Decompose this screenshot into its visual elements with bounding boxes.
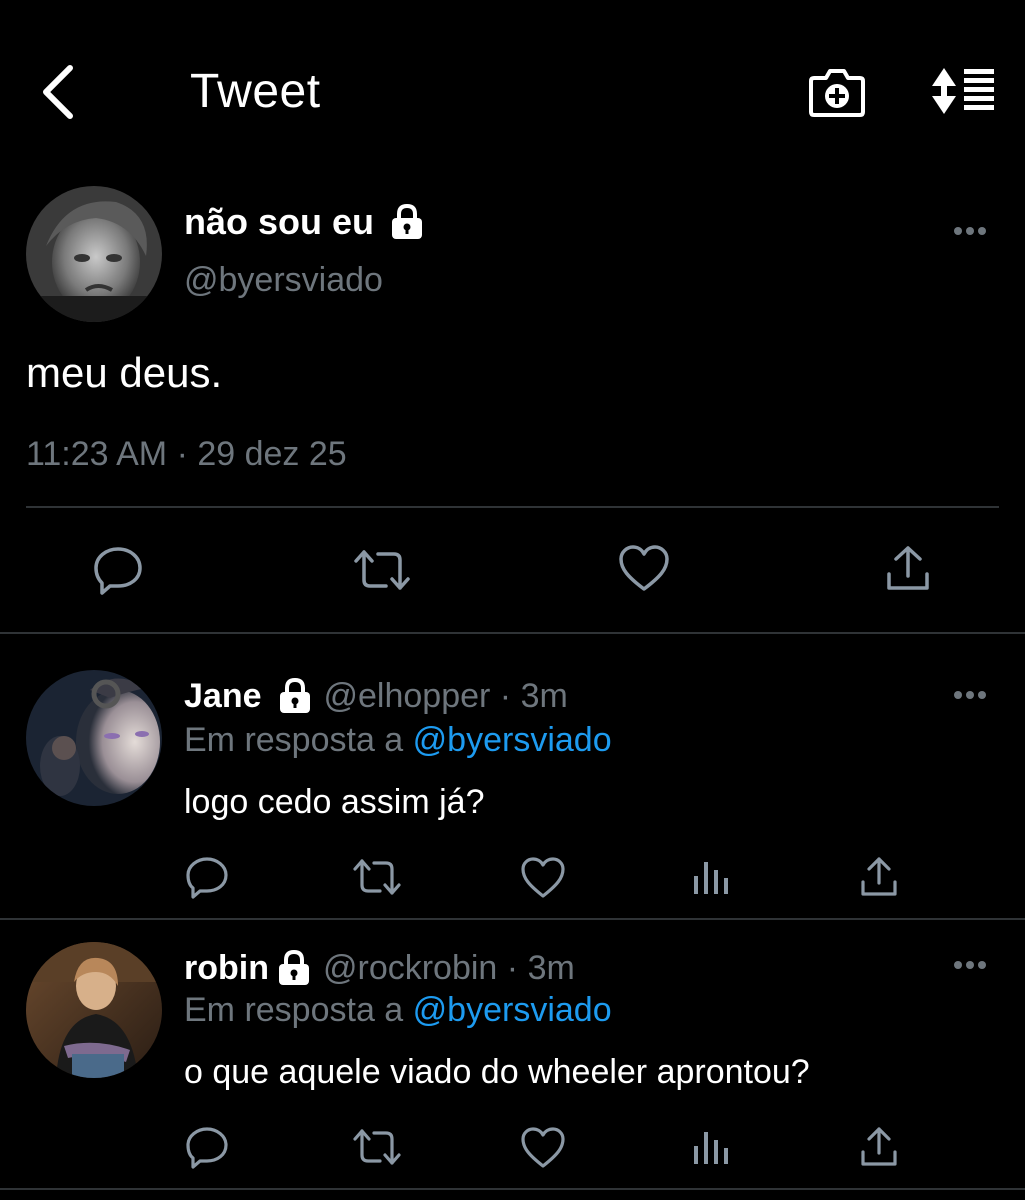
retweet-button[interactable] bbox=[352, 856, 402, 898]
reply-author-name[interactable]: Jane bbox=[184, 676, 262, 716]
author-handle[interactable]: @byersviado bbox=[184, 260, 383, 300]
reply-author-handle[interactable]: @elhopper bbox=[324, 676, 491, 716]
reply-author-handle[interactable]: @rockrobin bbox=[323, 948, 497, 988]
share-icon bbox=[861, 857, 897, 896]
sort-list-icon bbox=[932, 68, 994, 114]
page-title: Tweet bbox=[190, 65, 321, 118]
author-name[interactable]: não sou eu bbox=[184, 200, 374, 244]
reply-button[interactable] bbox=[92, 544, 144, 596]
like-button[interactable] bbox=[520, 856, 566, 900]
retweet-button[interactable] bbox=[352, 546, 412, 594]
avatar[interactable] bbox=[26, 186, 162, 322]
author-name-row: não sou eu bbox=[184, 200, 426, 244]
back-button[interactable] bbox=[36, 62, 80, 122]
in-reply-prefix: Em resposta a bbox=[184, 991, 404, 1029]
reply-header: robin @rockrobin · 3m bbox=[184, 948, 575, 988]
like-button[interactable] bbox=[520, 1126, 566, 1170]
more-options-button[interactable] bbox=[952, 224, 992, 238]
more-options-button[interactable] bbox=[952, 688, 992, 702]
share-button[interactable] bbox=[858, 1126, 900, 1168]
camera-plus-icon bbox=[809, 69, 865, 117]
more-options-button[interactable] bbox=[952, 958, 992, 972]
share-button[interactable] bbox=[858, 856, 900, 898]
reply-text: o que aquele viado do wheeler aprontou? bbox=[184, 1053, 810, 1091]
mention-link[interactable]: @byersviado bbox=[413, 991, 612, 1029]
share-icon bbox=[861, 1127, 897, 1166]
in-reply-to: Em resposta a @byersviado bbox=[184, 990, 612, 1030]
reply-text: logo cedo assim já? bbox=[184, 783, 485, 821]
like-button[interactable] bbox=[618, 544, 670, 594]
avatar[interactable] bbox=[26, 670, 162, 806]
heart-icon bbox=[521, 857, 565, 898]
more-dots-icon bbox=[954, 227, 986, 235]
avatar[interactable] bbox=[26, 942, 162, 1078]
retweet-icon bbox=[354, 550, 410, 590]
in-reply-prefix: Em resposta a bbox=[184, 721, 404, 759]
camera-button[interactable] bbox=[808, 66, 866, 118]
divider bbox=[0, 1188, 1025, 1190]
avatar-photo bbox=[26, 186, 162, 322]
tweet-timestamp: 11:23 AM · 29 dez 25 bbox=[26, 435, 347, 473]
tweet-text: meu deus. bbox=[26, 349, 223, 396]
more-dots-icon bbox=[954, 691, 986, 699]
reply-time: 3m bbox=[527, 949, 575, 987]
analytics-button[interactable] bbox=[692, 1128, 732, 1168]
analytics-icon bbox=[694, 1132, 728, 1164]
separator-dot: · bbox=[490, 677, 521, 715]
reply-button[interactable] bbox=[184, 854, 230, 900]
share-icon bbox=[887, 546, 929, 590]
retweet-icon bbox=[353, 1129, 401, 1165]
reply-header: Jane @elhopper · 3m bbox=[184, 676, 568, 716]
in-reply-to: Em resposta a @byersviado bbox=[184, 720, 612, 760]
reply-button[interactable] bbox=[184, 1124, 230, 1170]
share-button[interactable] bbox=[884, 544, 932, 594]
more-dots-icon bbox=[954, 961, 986, 969]
divider bbox=[0, 632, 1025, 634]
reply-icon bbox=[186, 857, 228, 899]
analytics-button[interactable] bbox=[692, 858, 732, 898]
retweet-icon bbox=[353, 859, 401, 895]
mention-link[interactable]: @byersviado bbox=[413, 721, 612, 759]
lock-icon bbox=[275, 949, 313, 987]
divider bbox=[0, 918, 1025, 920]
heart-icon bbox=[521, 1127, 565, 1168]
reply-icon bbox=[94, 547, 142, 595]
retweet-button[interactable] bbox=[352, 1126, 402, 1168]
chevron-left-icon bbox=[43, 65, 73, 119]
reply-icon bbox=[186, 1127, 228, 1169]
analytics-icon bbox=[694, 862, 728, 894]
reply-time: 3m bbox=[520, 677, 568, 715]
separator-dot: · bbox=[497, 949, 528, 987]
heart-icon bbox=[619, 545, 669, 591]
divider bbox=[26, 506, 999, 508]
avatar-photo bbox=[26, 942, 162, 1078]
avatar-photo bbox=[26, 670, 162, 806]
lock-icon bbox=[276, 677, 314, 715]
sort-button[interactable] bbox=[928, 66, 998, 116]
reply-author-name[interactable]: robin bbox=[184, 948, 269, 988]
lock-icon bbox=[392, 203, 423, 239]
